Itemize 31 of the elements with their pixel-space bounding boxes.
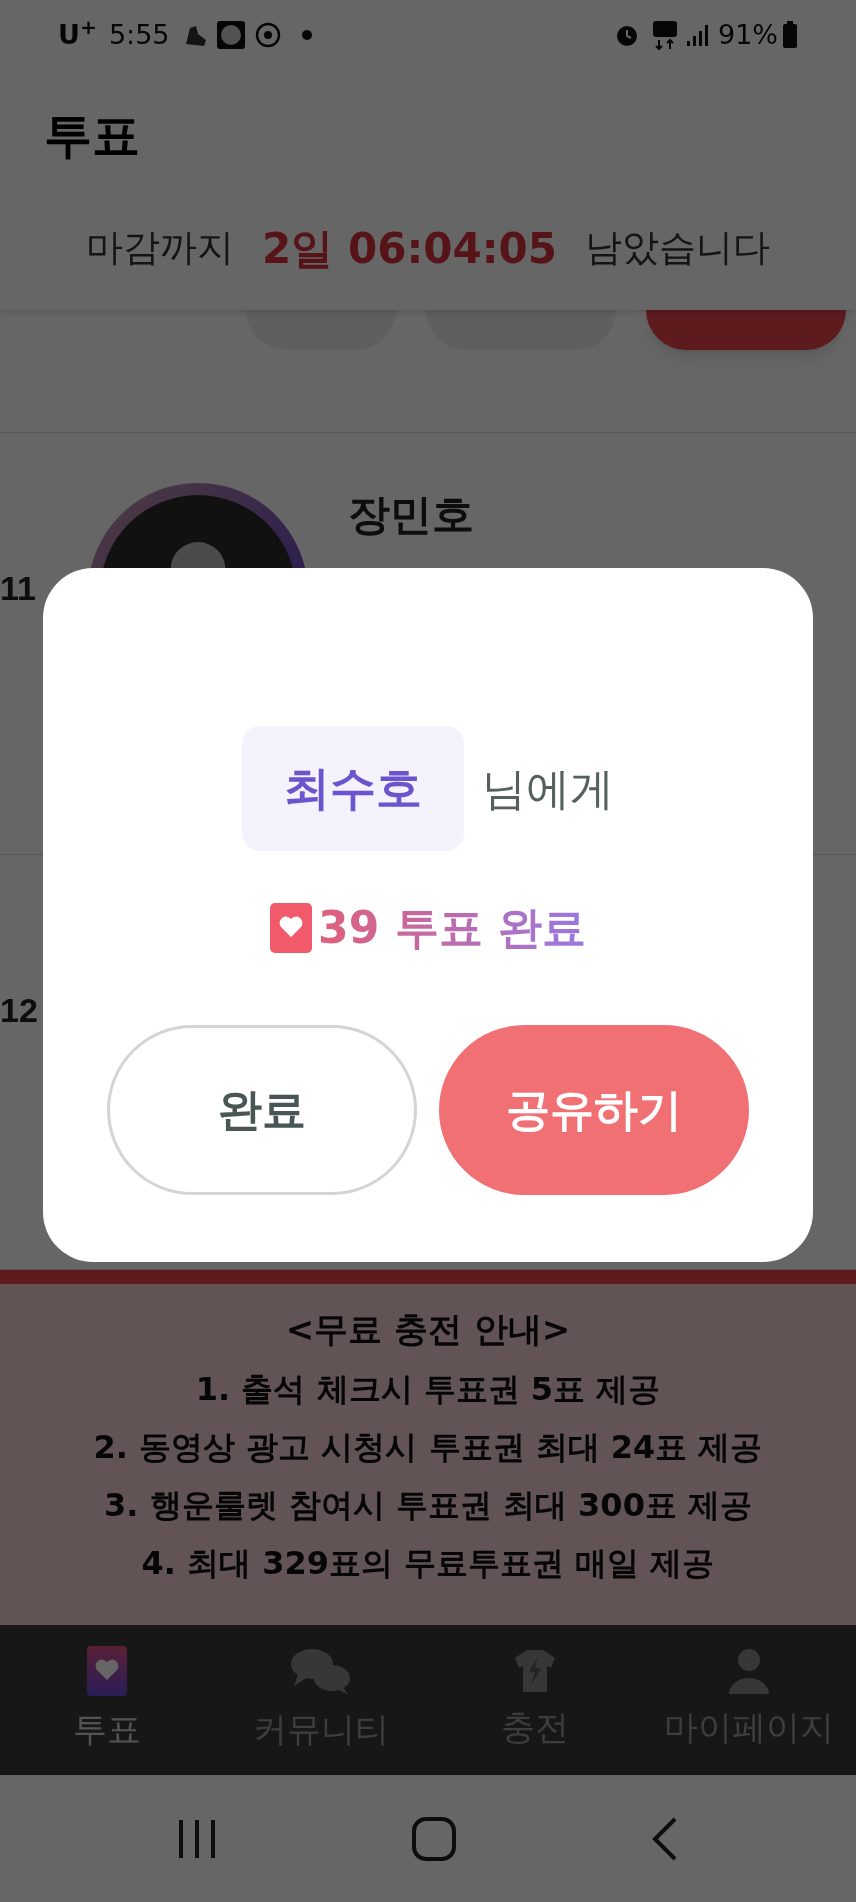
recipient-name: 최수호: [242, 726, 464, 851]
recent-apps-icon[interactable]: [177, 1817, 218, 1860]
promo-line: 3. 행운룰렛 참여시 투표권 최대 300표 제공: [103, 1485, 753, 1526]
promo-title: <무료 충전 안내>: [285, 1308, 571, 1351]
share-button[interactable]: 공유하기: [439, 1025, 749, 1195]
countdown-time: 2일 06:04:05: [262, 222, 557, 275]
app-icon: [215, 20, 246, 50]
countdown-suffix: 남았습니다: [584, 225, 770, 272]
recipient-suffix: 님에게: [482, 761, 614, 816]
promo-line: 4. 최대 329표의 무료투표권 매일 제공: [141, 1543, 715, 1584]
promo-line: 2. 동영상 광고 시청시 투표권 최대 24표 제공: [93, 1427, 763, 1468]
countdown-prefix: 마감까지: [86, 225, 235, 272]
clock-time: 5:55: [108, 17, 170, 52]
dot-icon: [301, 30, 312, 40]
signal-icon: [686, 23, 710, 47]
rank-number: 12: [0, 990, 38, 1031]
person-icon: [727, 1647, 771, 1694]
sync-icon: [253, 21, 282, 49]
network-5g-icon: [652, 20, 678, 50]
page-title: 투표: [44, 106, 140, 165]
done-button[interactable]: 완료: [107, 1025, 417, 1195]
heart-card-icon: [87, 1645, 127, 1696]
promo-line: 1. 출석 체크시 투표권 5표 제공: [195, 1369, 661, 1410]
home-icon[interactable]: [412, 1816, 456, 1861]
battery-percent: 91%: [718, 17, 778, 52]
heart-card-icon: [270, 903, 313, 953]
back-icon[interactable]: [650, 1816, 679, 1861]
battery-icon: [782, 21, 798, 49]
candidate-name: 장민호: [348, 489, 474, 541]
rank-number: 11: [0, 568, 36, 609]
carrier-label: U$^{+}$: [58, 14, 97, 52]
